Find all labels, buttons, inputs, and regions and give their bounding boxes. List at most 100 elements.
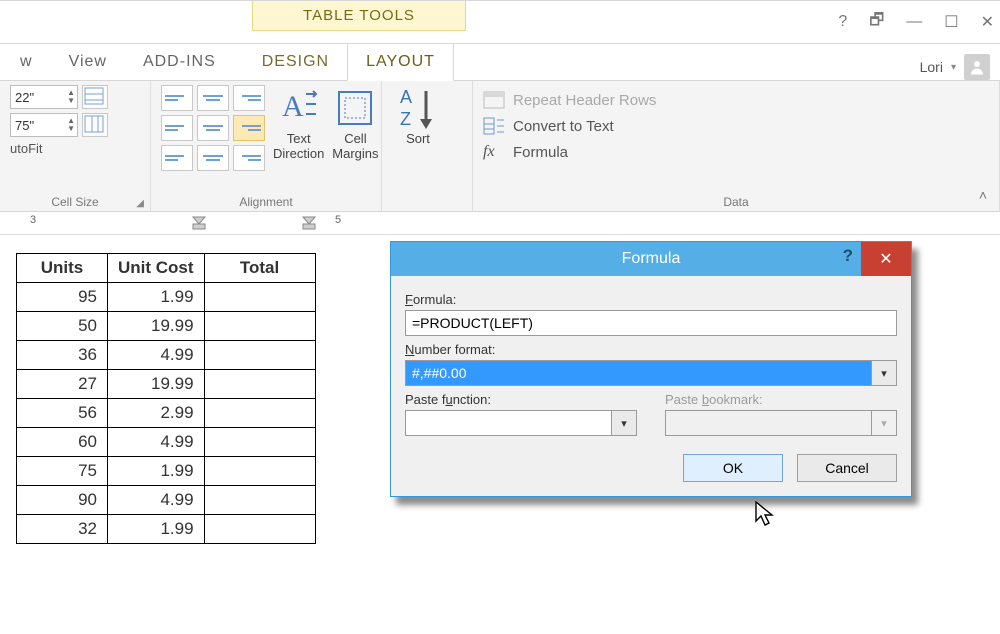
- ribbon: 22" ▲▼ 75" ▲▼ utoFit: [0, 81, 1000, 212]
- spinner-arrows-icon[interactable]: ▲▼: [67, 117, 75, 133]
- dialog-close-button[interactable]: ✕: [861, 242, 911, 276]
- user-menu-caret-icon: ▾: [951, 62, 956, 73]
- tab-design[interactable]: DESIGN: [244, 44, 347, 80]
- ruler-indent-marker-icon[interactable]: [300, 214, 318, 232]
- align-top-center[interactable]: [197, 85, 229, 111]
- window-controls: ? 🗗 — ☐ ✕: [838, 1, 994, 43]
- repeat-header-icon: [483, 91, 505, 109]
- distribute-rows-button[interactable]: [82, 85, 108, 109]
- column-width-input[interactable]: 75" ▲▼: [10, 113, 78, 137]
- close-window-icon[interactable]: ✕: [981, 12, 994, 32]
- col-total[interactable]: Total: [204, 254, 315, 283]
- paste-bookmark-input: [665, 410, 872, 436]
- cancel-button[interactable]: Cancel: [797, 454, 897, 482]
- table-row[interactable]: 2719.99: [17, 370, 316, 399]
- group-cell-size: 22" ▲▼ 75" ▲▼ utoFit: [0, 81, 151, 211]
- cell-margins-label: Cell Margins: [332, 131, 378, 161]
- number-format-combo[interactable]: ▾: [405, 360, 897, 386]
- number-format-label: Number format:: [405, 342, 897, 357]
- table-row[interactable]: 364.99: [17, 341, 316, 370]
- dialog-body: Formula: Number format: ▾ Paste function…: [391, 276, 911, 496]
- help-icon[interactable]: ?: [838, 13, 847, 31]
- group-sort: AZ Sort: [382, 81, 473, 211]
- dialog-titlebar[interactable]: Formula ? ✕: [391, 242, 911, 276]
- tab-view[interactable]: View: [51, 44, 125, 80]
- align-middle-center[interactable]: [197, 115, 229, 141]
- paste-function-combo[interactable]: ▾: [405, 410, 637, 436]
- text-direction-label: Text Direction: [273, 131, 324, 161]
- group-label-data: Data: [483, 193, 989, 209]
- align-top-left[interactable]: [161, 85, 193, 111]
- alignment-grid: [161, 85, 265, 171]
- ruler-indent-marker-icon[interactable]: [190, 214, 208, 232]
- text-direction-button[interactable]: A Text Direction: [273, 85, 324, 171]
- table-row[interactable]: 604.99: [17, 428, 316, 457]
- ruler-number: 5: [335, 214, 341, 226]
- word-table[interactable]: Units Unit Cost Total 951.99 5019.99 364…: [16, 253, 316, 544]
- convert-to-text-button[interactable]: Convert to Text: [483, 117, 989, 135]
- formula-field-label: Formula:: [405, 292, 897, 307]
- table-row[interactable]: 751.99: [17, 457, 316, 486]
- table-row[interactable]: 951.99: [17, 283, 316, 312]
- table-row[interactable]: 321.99: [17, 515, 316, 544]
- table-row[interactable]: 904.99: [17, 486, 316, 515]
- maximize-icon[interactable]: ☐: [944, 12, 958, 32]
- formula-label: Formula: [513, 144, 568, 161]
- minimize-icon[interactable]: —: [906, 13, 922, 31]
- dropdown-arrow-icon[interactable]: ▾: [612, 410, 637, 436]
- formula-input[interactable]: [405, 310, 897, 336]
- text-direction-icon: A: [280, 85, 318, 131]
- table-row[interactable]: 562.99: [17, 399, 316, 428]
- formula-button[interactable]: fx Formula: [483, 143, 989, 161]
- dialog-launcher-icon[interactable]: ◢: [136, 198, 144, 209]
- collapse-ribbon-icon[interactable]: ˄: [979, 187, 987, 203]
- paste-function-input[interactable]: [405, 410, 612, 436]
- cell-margins-button[interactable]: Cell Margins: [332, 85, 378, 171]
- ruler[interactable]: 3 5: [0, 212, 1000, 235]
- number-format-input[interactable]: [405, 360, 872, 386]
- dropdown-arrow-icon[interactable]: ▾: [872, 360, 897, 386]
- col-units[interactable]: Units: [17, 254, 108, 283]
- row-height-input[interactable]: 22" ▲▼: [10, 85, 78, 109]
- row-height-value: 22": [15, 90, 34, 105]
- user-name: Lori: [920, 59, 943, 75]
- paste-function-label: Paste function:: [405, 392, 637, 407]
- align-top-right[interactable]: [233, 85, 265, 111]
- ribbon-tabs: w View ADD-INS DESIGN LAYOUT Lori ▾: [0, 44, 1000, 81]
- title-bar: TABLE TOOLS ? 🗗 — ☐ ✕: [0, 1, 1000, 44]
- svg-text:A: A: [282, 90, 304, 123]
- distribute-columns-button[interactable]: [82, 113, 108, 137]
- ribbon-options-icon[interactable]: 🗗: [869, 9, 884, 36]
- spinner-arrows-icon[interactable]: ▲▼: [67, 89, 75, 105]
- repeat-header-rows-button[interactable]: Repeat Header Rows: [483, 91, 989, 109]
- group-data: Repeat Header Rows Convert to Text fx Fo…: [473, 81, 1000, 211]
- cell-margins-icon: [335, 85, 375, 131]
- ok-button[interactable]: OK: [683, 454, 783, 482]
- dialog-title: Formula: [622, 250, 681, 268]
- sort-label: Sort: [406, 131, 430, 146]
- paste-bookmark-label: Paste bookmark:: [665, 392, 897, 407]
- sort-icon: AZ: [398, 85, 438, 131]
- align-bottom-center[interactable]: [197, 145, 229, 171]
- sort-button[interactable]: AZ Sort: [392, 85, 444, 146]
- dialog-help-icon[interactable]: ?: [843, 246, 853, 266]
- tab-partial[interactable]: w: [2, 44, 51, 80]
- convert-to-text-label: Convert to Text: [513, 118, 614, 135]
- dropdown-arrow-icon: ▾: [872, 410, 897, 436]
- align-bottom-right[interactable]: [233, 145, 265, 171]
- align-middle-left[interactable]: [161, 115, 193, 141]
- align-middle-right[interactable]: [233, 115, 265, 141]
- user-area[interactable]: Lori ▾: [920, 54, 1000, 80]
- tab-addins[interactable]: ADD-INS: [125, 44, 234, 80]
- align-bottom-left[interactable]: [161, 145, 193, 171]
- svg-text:A: A: [400, 87, 412, 107]
- close-icon: ✕: [879, 249, 892, 269]
- autofit-button[interactable]: utoFit: [10, 141, 140, 156]
- word-window: TABLE TOOLS ? 🗗 — ☐ ✕ w View ADD-INS DES…: [0, 0, 1000, 634]
- group-label-cell-size: Cell Size◢: [10, 193, 140, 209]
- table-row[interactable]: 5019.99: [17, 312, 316, 341]
- formula-dialog: Formula ? ✕ Formula: Number format: ▾ Pa…: [390, 241, 912, 497]
- tab-layout[interactable]: LAYOUT: [347, 43, 454, 81]
- column-width-value: 75": [15, 118, 34, 133]
- col-unit-cost[interactable]: Unit Cost: [108, 254, 205, 283]
